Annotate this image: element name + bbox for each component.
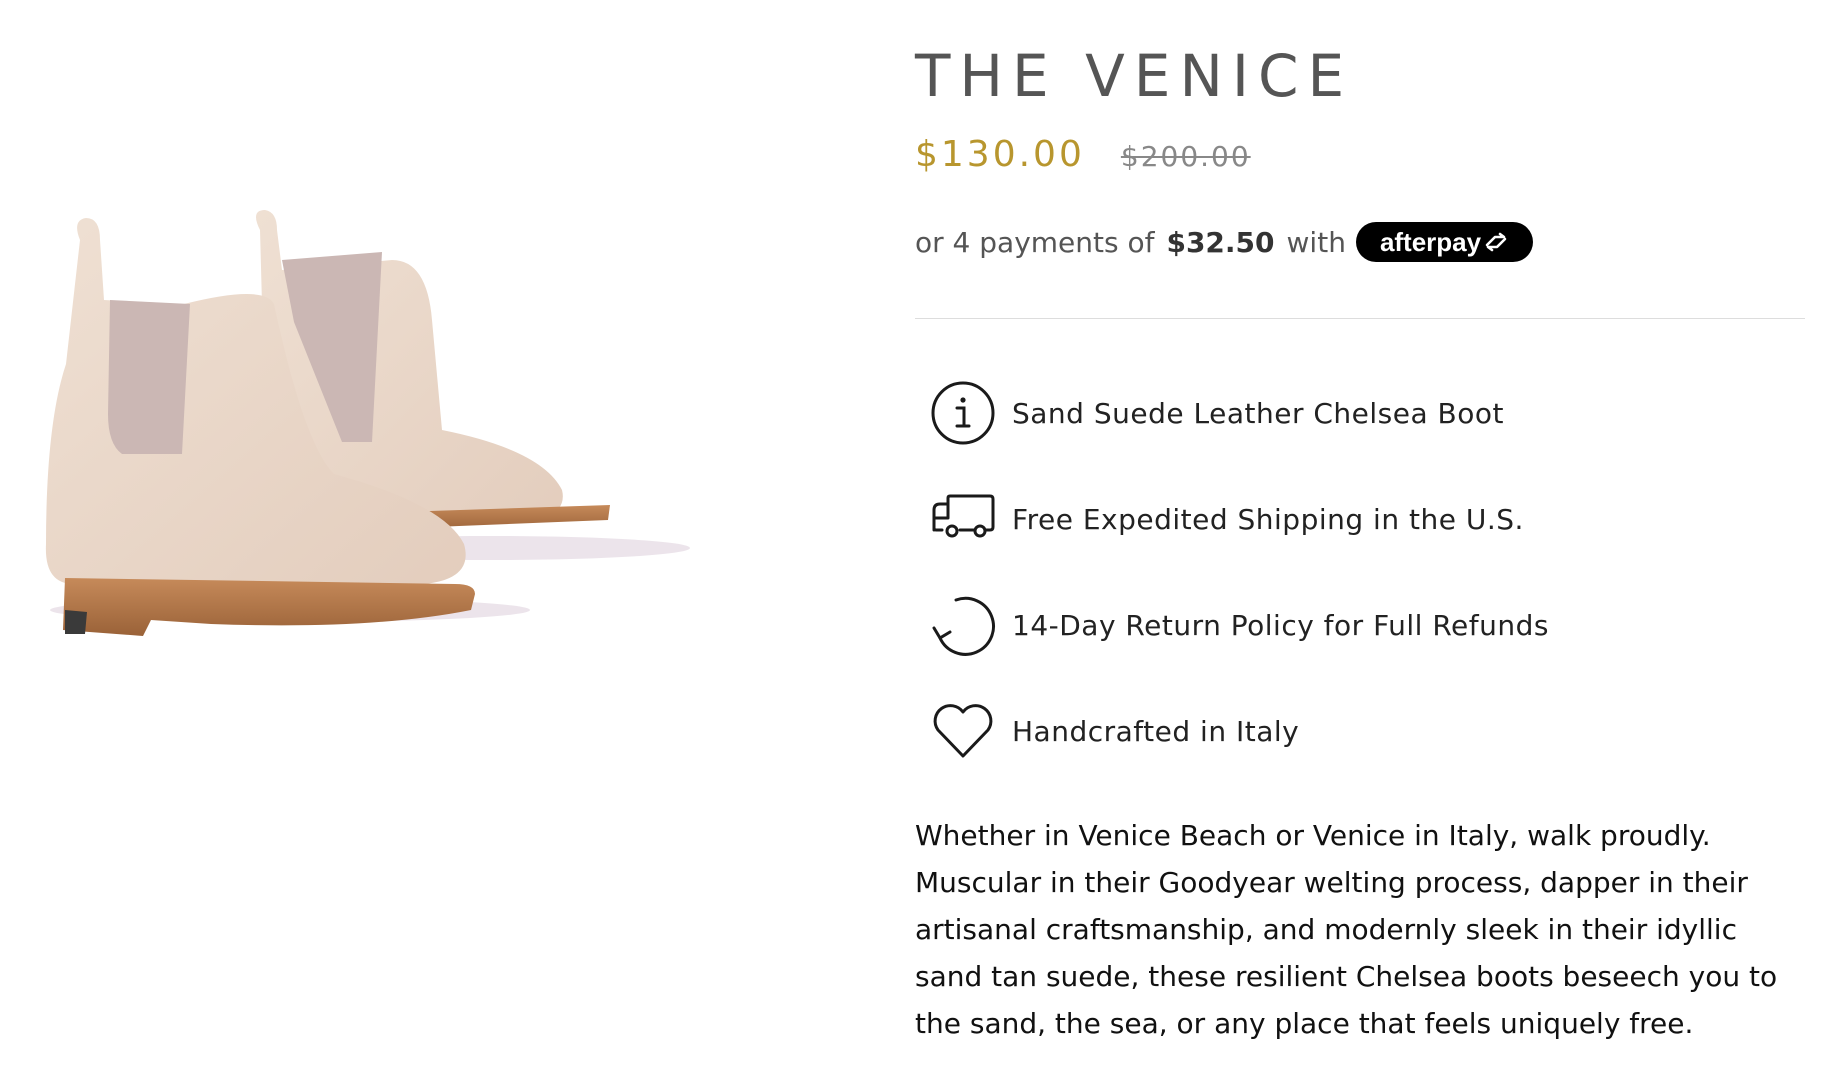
return-icon <box>930 592 996 658</box>
installment-suffix: with <box>1286 225 1346 259</box>
feature-item: Free Expedited Shipping in the U.S. <box>930 484 1549 554</box>
feature-label: 14-Day Return Policy for Full Refunds <box>1012 608 1549 642</box>
feature-item: 14-Day Return Policy for Full Refunds <box>930 590 1549 660</box>
feature-label: Sand Suede Leather Chelsea Boot <box>1012 396 1504 430</box>
feature-item: Handcrafted in Italy <box>930 696 1549 766</box>
afterpay-arrows-icon <box>1485 232 1507 252</box>
truck-icon <box>930 486 996 552</box>
product-page: THE VENICE $130.00 $200.00 or 4 payments… <box>0 0 1830 1070</box>
info-icon <box>930 380 996 446</box>
afterpay-label: afterpay <box>1379 226 1482 257</box>
feature-item: Sand Suede Leather Chelsea Boot <box>930 378 1549 448</box>
installment-message: or 4 payments of $32.50 with afterpay <box>915 222 1534 262</box>
sale-price: $130.00 <box>915 134 1085 175</box>
compare-at-price: $200.00 <box>1120 140 1251 173</box>
installment-amount: $32.50 <box>1166 225 1275 259</box>
product-title: THE VENICE <box>915 42 1354 110</box>
installment-prefix: or 4 payments of <box>915 225 1155 259</box>
product-image[interactable] <box>20 200 720 640</box>
feature-label: Free Expedited Shipping in the U.S. <box>1012 502 1524 536</box>
divider <box>915 318 1805 319</box>
feature-label: Handcrafted in Italy <box>1012 714 1300 748</box>
feature-list: Sand Suede Leather Chelsea Boot Free Exp… <box>930 378 1549 802</box>
product-description: Whether in Venice Beach or Venice in Ita… <box>915 819 1778 1040</box>
price-row: $130.00 $200.00 <box>915 134 1251 175</box>
afterpay-button[interactable]: afterpay <box>1355 222 1534 262</box>
product-gallery <box>0 0 880 1070</box>
heart-icon <box>930 698 996 764</box>
